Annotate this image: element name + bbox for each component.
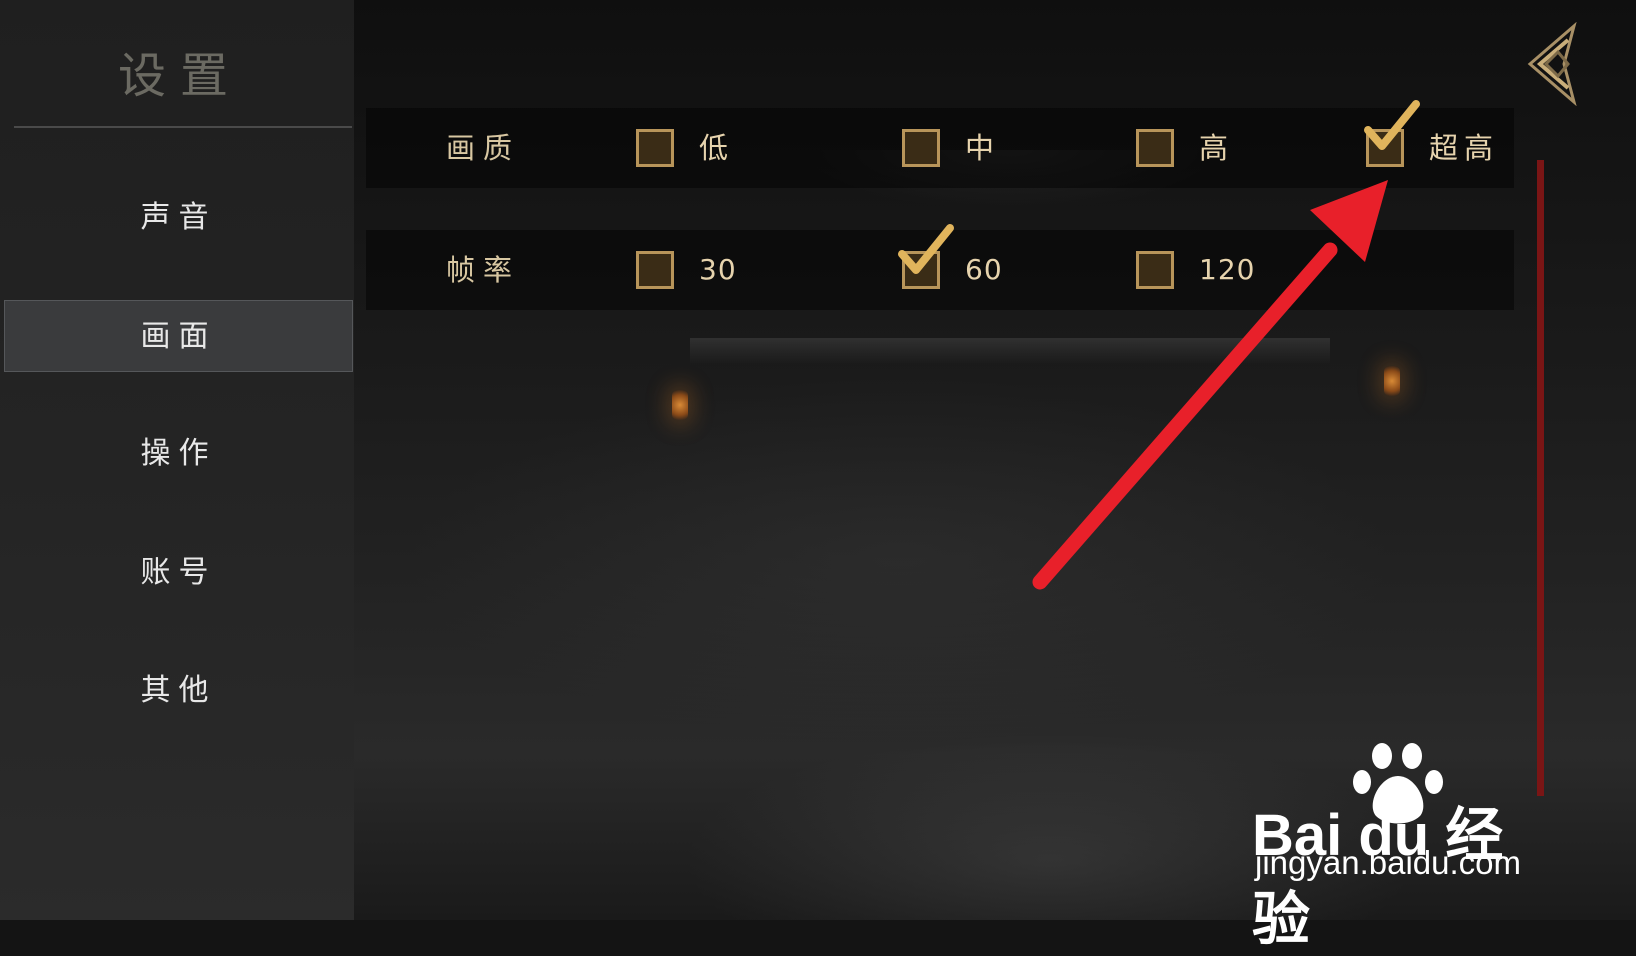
quality-medium-checkbox[interactable]	[902, 129, 940, 167]
back-diamond-icon[interactable]	[1524, 22, 1592, 106]
title-divider	[14, 126, 352, 128]
nav-item-controls[interactable]: 操作	[4, 418, 353, 490]
nav-item-account[interactable]: 账号	[4, 537, 353, 609]
checkmark-icon	[1364, 100, 1420, 150]
quality-high-checkbox[interactable]	[1136, 129, 1174, 167]
lantern-right	[1384, 366, 1400, 396]
nav-item-other[interactable]: 其他	[4, 655, 353, 727]
quality-high-label: 高	[1199, 131, 1235, 165]
framerate-row: 帧率 30 60 120	[366, 224, 1514, 310]
nav-item-display[interactable]: 画面	[4, 300, 353, 372]
settings-sidebar: 设置 声音 画面 操作 账号 其他	[0, 0, 354, 920]
baidu-watermark: Bai du 经验 jingyan.baidu.com	[1252, 740, 1552, 952]
framerate-option-60[interactable]: 60	[898, 224, 1042, 310]
framerate-120-label: 120	[1199, 253, 1256, 286]
framerate-30-checkbox[interactable]	[636, 251, 674, 289]
scrollbar[interactable]	[1537, 160, 1544, 796]
quality-ultra-label: 超高	[1429, 131, 1500, 165]
framerate-option-30[interactable]: 30	[636, 230, 776, 310]
nav-item-sound[interactable]: 声音	[4, 182, 353, 254]
framerate-label: 帧率	[446, 253, 521, 287]
framerate-30-label: 30	[699, 253, 737, 286]
lantern-left	[672, 390, 688, 420]
quality-option-high[interactable]: 高	[1136, 108, 1276, 188]
quality-option-low[interactable]: 低	[636, 108, 776, 188]
temple-eave-silhouette	[690, 338, 1330, 364]
quality-option-medium[interactable]: 中	[902, 108, 1042, 188]
settings-title: 设置	[117, 48, 242, 104]
watermark-url: jingyan.baidu.com	[1255, 844, 1521, 881]
framerate-60-label: 60	[965, 253, 1003, 286]
checkmark-icon	[898, 224, 954, 274]
quality-low-label: 低	[699, 131, 735, 165]
framerate-option-120[interactable]: 120	[1136, 230, 1276, 310]
framerate-120-checkbox[interactable]	[1136, 251, 1174, 289]
quality-option-ultra[interactable]: 超高	[1364, 100, 1506, 188]
quality-low-checkbox[interactable]	[636, 129, 674, 167]
quality-row: 画质 低 中 高 超高	[366, 100, 1514, 188]
quality-medium-label: 中	[965, 131, 1001, 165]
quality-label: 画质	[446, 131, 521, 165]
